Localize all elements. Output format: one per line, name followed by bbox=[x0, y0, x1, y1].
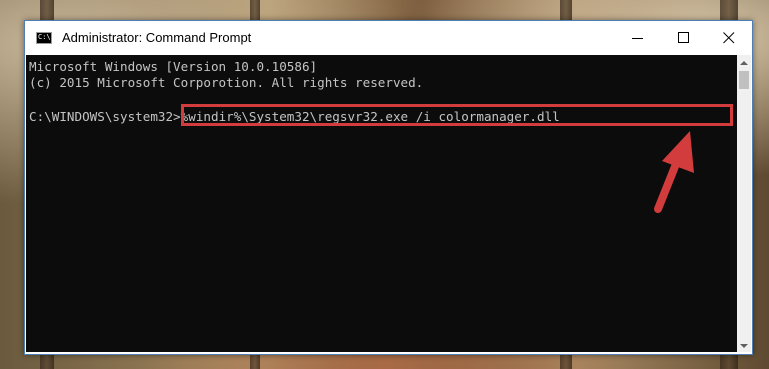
command-highlight-box bbox=[181, 104, 733, 126]
chevron-down-icon bbox=[740, 344, 748, 348]
red-arrow-icon bbox=[654, 131, 694, 213]
console-line: Microsoft Windows [Version 10.0.10586] bbox=[29, 59, 318, 74]
prompt-text: C:\WINDOWS\system32> bbox=[29, 109, 181, 124]
chevron-up-icon bbox=[740, 61, 748, 65]
scroll-down-button[interactable] bbox=[737, 338, 751, 352]
close-button[interactable] bbox=[706, 21, 752, 55]
vertical-scrollbar[interactable] bbox=[737, 55, 751, 352]
window-title: Administrator: Command Prompt bbox=[62, 30, 252, 45]
close-icon bbox=[723, 32, 735, 44]
console-output[interactable]: Microsoft Windows [Version 10.0.10586] (… bbox=[26, 55, 737, 352]
command-prompt-window: C:\ Administrator: Command Prompt Micros… bbox=[24, 20, 753, 355]
scrollbar-thumb[interactable] bbox=[739, 71, 749, 89]
minimize-icon bbox=[632, 38, 643, 39]
maximize-icon bbox=[678, 32, 689, 43]
console-line: (c) 2015 Microsoft Corporotion. All righ… bbox=[29, 75, 424, 90]
title-bar[interactable]: C:\ Administrator: Command Prompt bbox=[25, 21, 752, 55]
scroll-up-button[interactable] bbox=[737, 55, 751, 69]
minimize-button[interactable] bbox=[615, 21, 661, 55]
command-prompt-icon[interactable]: C:\ bbox=[36, 32, 52, 44]
maximize-button[interactable] bbox=[661, 21, 707, 55]
